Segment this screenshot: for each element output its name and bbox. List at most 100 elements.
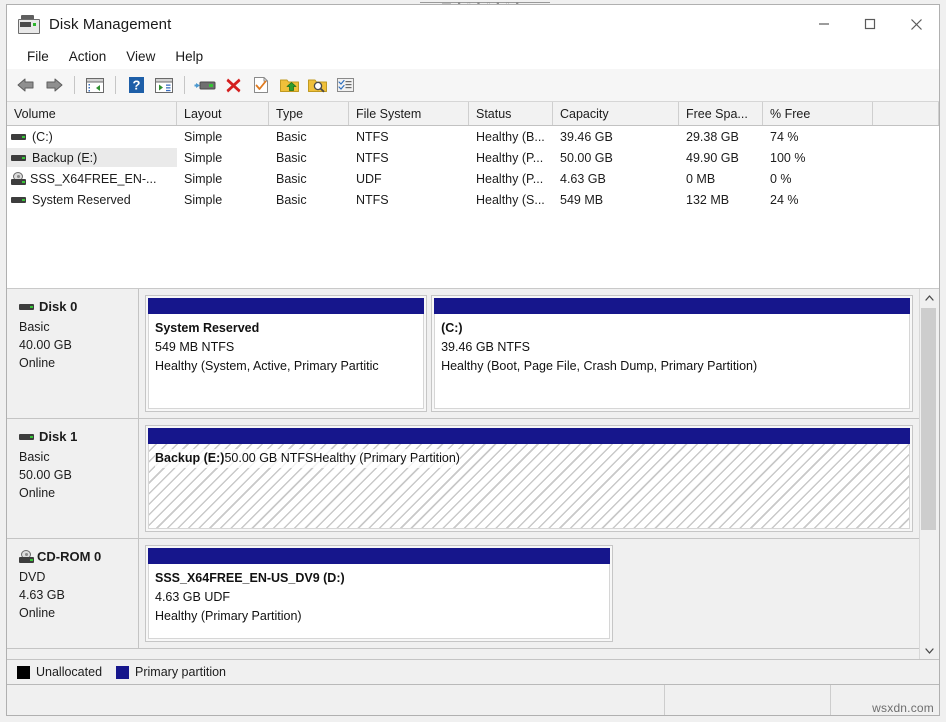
disk-info-disk-1[interactable]: Disk 1Basic50.00 GBOnline [7,419,139,538]
partition-details: (C:)39.46 GB NTFSHealthy (Boot, Page Fil… [434,314,910,409]
volume-cell- [873,148,939,167]
volume-column-header-type[interactable]: Type [269,102,349,125]
volume-column-header-capacity[interactable]: Capacity [553,102,679,125]
svg-text:?: ? [132,78,140,93]
volume-column-header-free[interactable]: % Free [763,102,873,125]
menu-view[interactable]: View [116,46,165,67]
question-mark-icon[interactable]: ? [123,72,149,98]
volume-list-pane: VolumeLayoutTypeFile SystemStatusCapacit… [7,102,939,289]
table-row[interactable]: (C:)SimpleBasicNTFSHealthy (B...39.46 GB… [7,126,939,147]
disk-title: Disk 0 [19,298,138,316]
maximize-button[interactable] [847,5,893,43]
main-window: Disk Management File Action View Help [6,4,940,716]
volume-cell-free: 100 % [763,148,873,167]
toolbar-separator-2 [115,76,116,94]
disk-row-disk-1: Disk 1Basic50.00 GBOnlineBackup (E:)50.0… [7,419,919,539]
scroll-thumb[interactable] [921,308,936,530]
window-controls [801,5,939,43]
close-button[interactable] [893,5,939,43]
partition-backup-e[interactable]: Backup (E:)50.00 GB NTFSHealthy (Primary… [145,425,913,532]
legend-unallocated-label: Unallocated [36,665,102,679]
forward-arrow-icon[interactable] [41,72,67,98]
volume-name-cell: SSS_X64FREE_EN-... [7,169,177,188]
volume-column-header-file-system[interactable]: File System [349,102,469,125]
action-pane-icon[interactable] [151,72,177,98]
volume-name-label: (C:) [32,130,53,144]
volume-column-header-free-spa[interactable]: Free Spa... [679,102,763,125]
minimize-button[interactable] [801,5,847,43]
menu-bar: File Action View Help [7,43,939,69]
partition-status: Healthy (Primary Partition) [155,607,603,626]
volume-cell-capacity: 4.63 GB [553,169,679,188]
volume-cell-type: Basic [269,148,349,167]
folder-magnifier-icon[interactable] [304,72,330,98]
partition-system-reserved[interactable]: System Reserved549 MB NTFSHealthy (Syste… [145,295,427,412]
volume-cell-layout: Simple [177,148,269,167]
volume-cell-file-system: NTFS [349,190,469,209]
disk-drive-icon[interactable] [192,72,218,98]
menu-help[interactable]: Help [165,46,213,67]
volume-cell-free-spa: 0 MB [679,169,763,188]
menu-action[interactable]: Action [59,46,117,67]
volume-cell-status: Healthy (S... [469,190,553,209]
status-cell-2 [665,685,831,715]
volume-cell-free-spa: 49.90 GB [679,148,763,167]
partition-details: SSS_X64FREE_EN-US_DV9 (D:)4.63 GB UDFHea… [148,564,610,639]
partition-dvd-d[interactable]: SSS_X64FREE_EN-US_DV9 (D:)4.63 GB UDFHea… [145,545,613,642]
folder-up-arrow-icon[interactable] [276,72,302,98]
volume-column-header-volume[interactable]: Volume [7,102,177,125]
disk-partitions-disk-0: System Reserved549 MB NTFSHealthy (Syste… [139,289,919,418]
table-row[interactable]: Backup (E:)SimpleBasicNTFSHealthy (P...5… [7,147,939,168]
toolbar-separator-3 [184,76,185,94]
disk-title-label: Disk 1 [39,428,77,446]
red-x-icon[interactable] [220,72,246,98]
volume-cell-status: Healthy (B... [469,127,553,146]
legend-primary-partition-swatch [116,666,129,679]
volume-cell-status: Healthy (P... [469,148,553,167]
scroll-down-arrow-icon[interactable] [920,642,938,659]
volume-name-cell: (C:) [7,127,177,146]
scroll-up-arrow-icon[interactable] [920,289,938,306]
partition-label: SSS_X64FREE_EN-US_DV9 (D:) [155,569,603,588]
disk-pane-scrollbar[interactable] [919,289,938,659]
console-tree-icon[interactable] [82,72,108,98]
table-row[interactable]: System ReservedSimpleBasicNTFSHealthy (S… [7,189,939,210]
disk-title-label: Disk 0 [39,298,77,316]
volume-cell-capacity: 50.00 GB [553,148,679,167]
disk-status: Online [19,604,138,622]
menu-file[interactable]: File [17,46,59,67]
partition-size: 4.63 GB UDF [155,588,603,607]
title-bar: Disk Management [7,5,939,43]
disk-info-disk-0[interactable]: Disk 0Basic40.00 GBOnline [7,289,139,418]
table-row[interactable]: SSS_X64FREE_EN-...SimpleBasicUDFHealthy … [7,168,939,189]
volume-cell-layout: Simple [177,127,269,146]
properties-checkmark-icon[interactable] [248,72,274,98]
volume-cell-file-system: NTFS [349,127,469,146]
volume-cell- [873,169,939,188]
volume-name-cell: Backup (E:) [7,148,177,167]
disk-type: Basic [19,448,138,466]
partition-status: Healthy (Primary Partition) [313,449,460,468]
hard-disk-icon [11,194,27,206]
volume-column-header-status[interactable]: Status [469,102,553,125]
disk-management-icon [17,15,39,33]
volume-column-header-layout[interactable]: Layout [177,102,269,125]
back-arrow-icon[interactable] [13,72,39,98]
disk-partitions-disk-1: Backup (E:)50.00 GB NTFSHealthy (Primary… [139,419,919,538]
status-bar: wsxdn.com [7,684,939,715]
scroll-track[interactable] [920,306,938,642]
volume-list-rows: (C:)SimpleBasicNTFSHealthy (B...39.46 GB… [7,126,939,210]
volume-cell-file-system: NTFS [349,148,469,167]
disk-title: CD-ROM 0 [19,548,138,566]
disk-row-cd-rom-0: CD-ROM 0DVD4.63 GBOnlineSSS_X64FREE_EN-U… [7,539,919,649]
status-cell-3: wsxdn.com [831,685,939,715]
volume-list-header: VolumeLayoutTypeFile SystemStatusCapacit… [7,102,939,126]
toolbar: ? [7,69,939,102]
legend-unallocated-swatch [17,666,30,679]
volume-column-header-blank[interactable] [873,102,939,125]
disk-info-cd-rom-0[interactable]: CD-ROM 0DVD4.63 GBOnline [7,539,139,648]
partition-c[interactable]: (C:)39.46 GB NTFSHealthy (Boot, Page Fil… [431,295,913,412]
task-list-icon[interactable] [332,72,358,98]
partition-empty-tail [617,545,913,642]
cd-rom-icon [11,172,27,186]
